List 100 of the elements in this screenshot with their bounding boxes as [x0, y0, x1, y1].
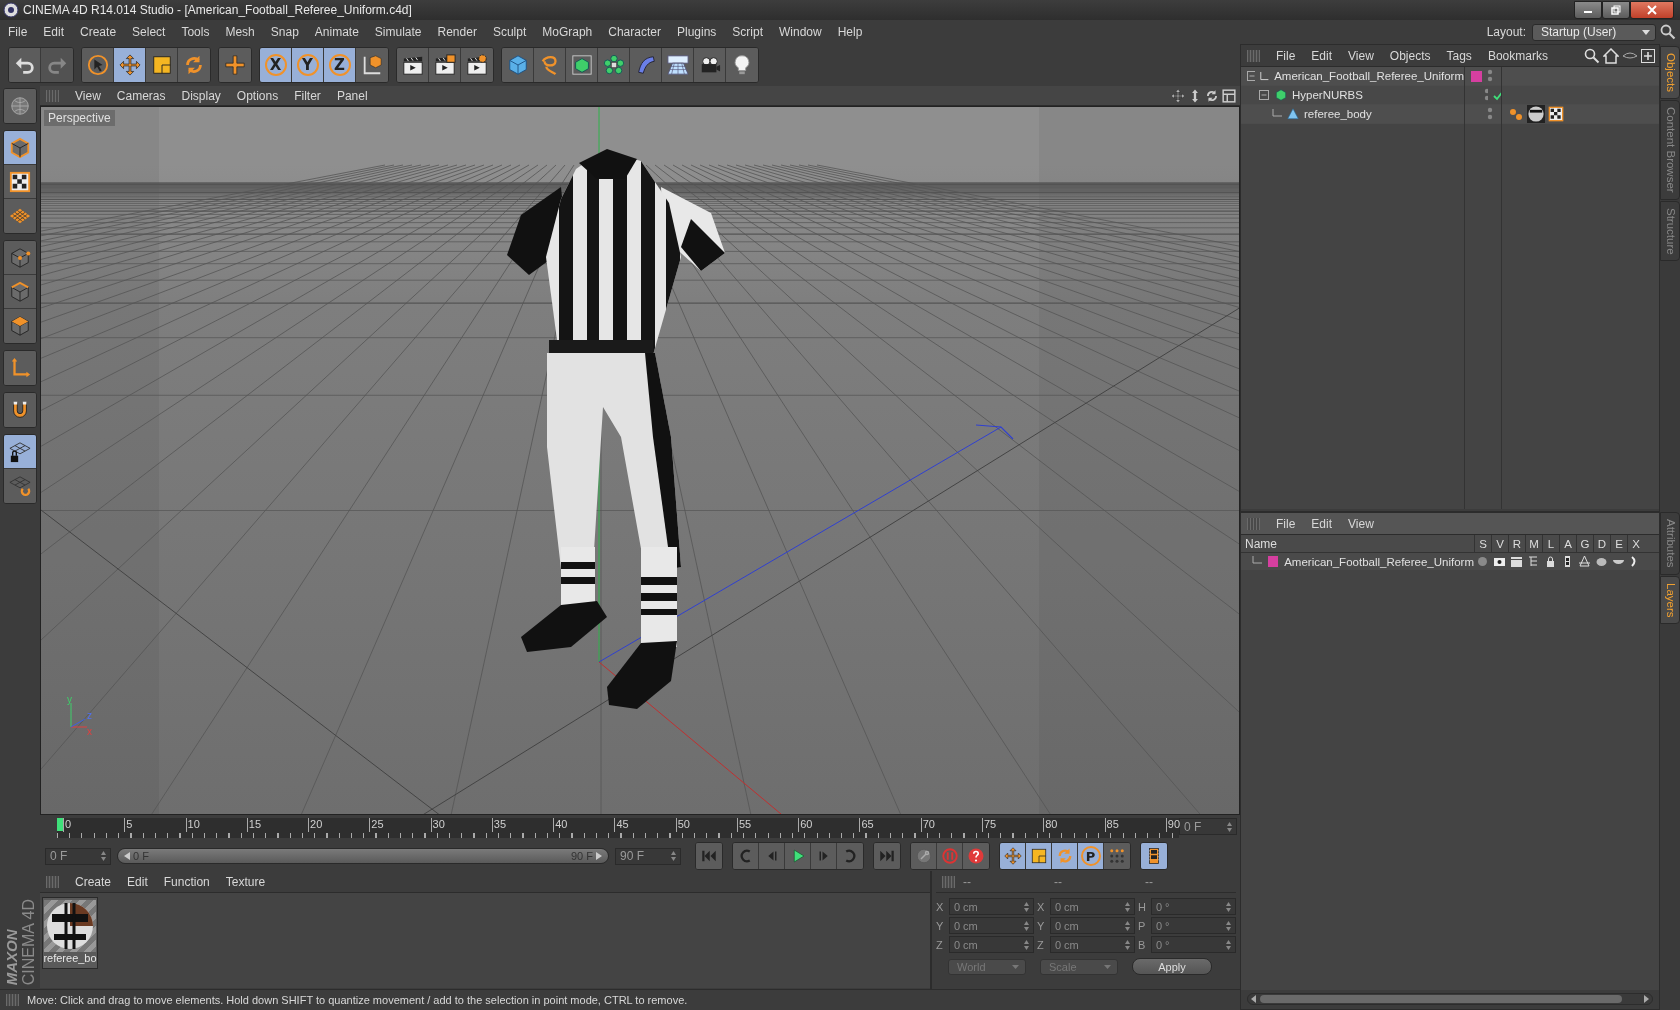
playback-button[interactable] [1141, 843, 1167, 869]
grip-handle[interactable] [6, 993, 19, 1006]
pan-icon[interactable] [1171, 88, 1185, 103]
search-icon[interactable] [1584, 47, 1600, 64]
grip-handle[interactable] [46, 875, 59, 888]
maximize-button[interactable] [1602, 1, 1630, 19]
object-name[interactable]: referee_body [1304, 108, 1372, 120]
search-icon[interactable] [1660, 24, 1676, 40]
menu-item[interactable]: File [1268, 48, 1304, 63]
material-swatch[interactable]: referee_bo [42, 897, 98, 969]
mode-button[interactable] [4, 435, 36, 469]
menu-item[interactable]: Sculpt [484, 25, 535, 39]
menu-item[interactable]: Window [771, 25, 830, 39]
menu-item[interactable]: Function [155, 874, 218, 889]
visibility-dots-icon[interactable] [1487, 69, 1493, 83]
column-header[interactable]: V [1491, 534, 1508, 553]
menu-item[interactable]: Panel [328, 88, 376, 103]
menu-item[interactable]: Render [429, 25, 485, 39]
menu-item[interactable]: Mesh [217, 25, 263, 39]
menu-item[interactable]: File [1268, 516, 1304, 531]
column-header[interactable]: S [1474, 534, 1491, 553]
side-tab[interactable]: Layers [1660, 575, 1680, 625]
column-header[interactable]: M [1525, 534, 1542, 553]
rotation-field[interactable]: 0 ° [1150, 917, 1236, 934]
tool-button[interactable] [397, 48, 429, 82]
size-field[interactable]: 0 cm [1049, 936, 1135, 953]
column-header[interactable]: X [1627, 534, 1644, 553]
close-button[interactable] [1630, 1, 1674, 19]
eye-icon[interactable] [1493, 555, 1506, 568]
collapse-icon[interactable] [1259, 89, 1270, 101]
position-field[interactable]: 0 cm [948, 917, 1034, 934]
layout-toggle-icon[interactable] [1222, 88, 1236, 103]
horizontal-scrollbar[interactable] [1247, 993, 1653, 1005]
checker-tag-icon[interactable] [1548, 106, 1564, 122]
menu-item[interactable]: Edit [119, 874, 156, 889]
menu-item[interactable]: Plugins [668, 25, 725, 39]
shape-icon[interactable] [1595, 555, 1608, 568]
menu-item[interactable]: Texture [217, 874, 274, 889]
menu-item[interactable]: View [67, 88, 109, 103]
end-frame-field[interactable]: 90 F [615, 847, 681, 865]
column-header[interactable]: G [1576, 534, 1593, 553]
minimize-button[interactable] [1574, 1, 1602, 19]
column-header[interactable]: D [1593, 534, 1610, 553]
menu-item[interactable]: Select [124, 25, 174, 39]
menu-item[interactable]: Options [228, 88, 287, 103]
menu-item[interactable]: Edit [35, 25, 73, 39]
layer-color-swatch[interactable] [1471, 70, 1482, 82]
layout-dropdown[interactable]: Startup (User) [1532, 23, 1656, 41]
menu-item[interactable]: Cameras [108, 88, 174, 103]
menu-item[interactable]: Bookmarks [1479, 48, 1556, 63]
grip-handle[interactable] [942, 875, 955, 888]
menu-item[interactable]: File [0, 25, 36, 39]
side-tab[interactable]: Objects [1660, 46, 1680, 99]
apply-button[interactable]: Apply [1132, 958, 1212, 975]
tool-button[interactable] [9, 48, 41, 82]
rotation-field[interactable]: 0 ° [1150, 898, 1236, 915]
parameter-button[interactable]: P [1078, 843, 1104, 869]
menu-item[interactable]: Tags [1438, 48, 1480, 63]
cone-icon[interactable] [1578, 555, 1591, 568]
visibility-dots-icon[interactable] [1483, 88, 1489, 102]
menu-item[interactable]: Help [829, 25, 871, 39]
playback-button[interactable] [1026, 843, 1052, 869]
size-field[interactable]: 0 cm [1049, 898, 1135, 915]
tool-button[interactable] [82, 48, 114, 82]
menu-item[interactable]: Objects [1381, 48, 1439, 63]
menu-item[interactable]: Script [724, 25, 771, 39]
menu-item[interactable]: Edit [1303, 516, 1341, 531]
timeline-ruler[interactable]: 0 5 10 15 20 25 30 35 40 45 50 55 60 65 70 75 80 85 90 [57, 818, 1179, 838]
column-header[interactable]: Name [1241, 536, 1474, 551]
column-header[interactable]: E [1610, 534, 1627, 553]
menu-item[interactable]: Simulate [366, 25, 430, 39]
home-icon[interactable] [1603, 47, 1619, 64]
menu-item[interactable]: Character [600, 25, 669, 39]
menu-item[interactable]: Tools [173, 25, 218, 39]
solo-dot-icon[interactable] [1476, 555, 1489, 568]
object-name[interactable]: HyperNURBS [1292, 89, 1363, 101]
menu-item[interactable]: Create [72, 25, 125, 39]
axis-lock-button[interactable]: X [260, 48, 292, 82]
menu-item[interactable]: Filter [286, 88, 329, 103]
playback-button[interactable] [1052, 843, 1078, 869]
column-header[interactable]: A [1559, 534, 1576, 553]
menu-item[interactable]: View [1340, 516, 1382, 531]
menu-item[interactable]: Create [67, 874, 120, 889]
axis-lock-button[interactable]: Y [292, 48, 324, 82]
start-frame-field[interactable]: 0 F [45, 847, 111, 865]
visibility-dots-icon[interactable] [1487, 107, 1493, 121]
hierarchy-icon[interactable] [1527, 555, 1540, 568]
collapse-icon[interactable] [1247, 70, 1256, 82]
material-tag-icon[interactable] [1527, 105, 1545, 123]
orbit-icon[interactable] [1205, 88, 1219, 103]
axis-lock-button[interactable]: Z [324, 48, 356, 82]
rotation-field[interactable]: 0 ° [1150, 936, 1236, 953]
size-field[interactable]: 0 cm [1049, 917, 1135, 934]
current-frame-field[interactable]: 0 F [1179, 818, 1237, 835]
menu-item[interactable]: Snap [262, 25, 307, 39]
layer-color-swatch[interactable] [1267, 556, 1279, 567]
grip-handle[interactable] [1247, 517, 1260, 530]
column-header[interactable]: L [1542, 534, 1559, 553]
menu-item[interactable]: Display [173, 88, 229, 103]
grip-handle[interactable] [46, 89, 59, 102]
